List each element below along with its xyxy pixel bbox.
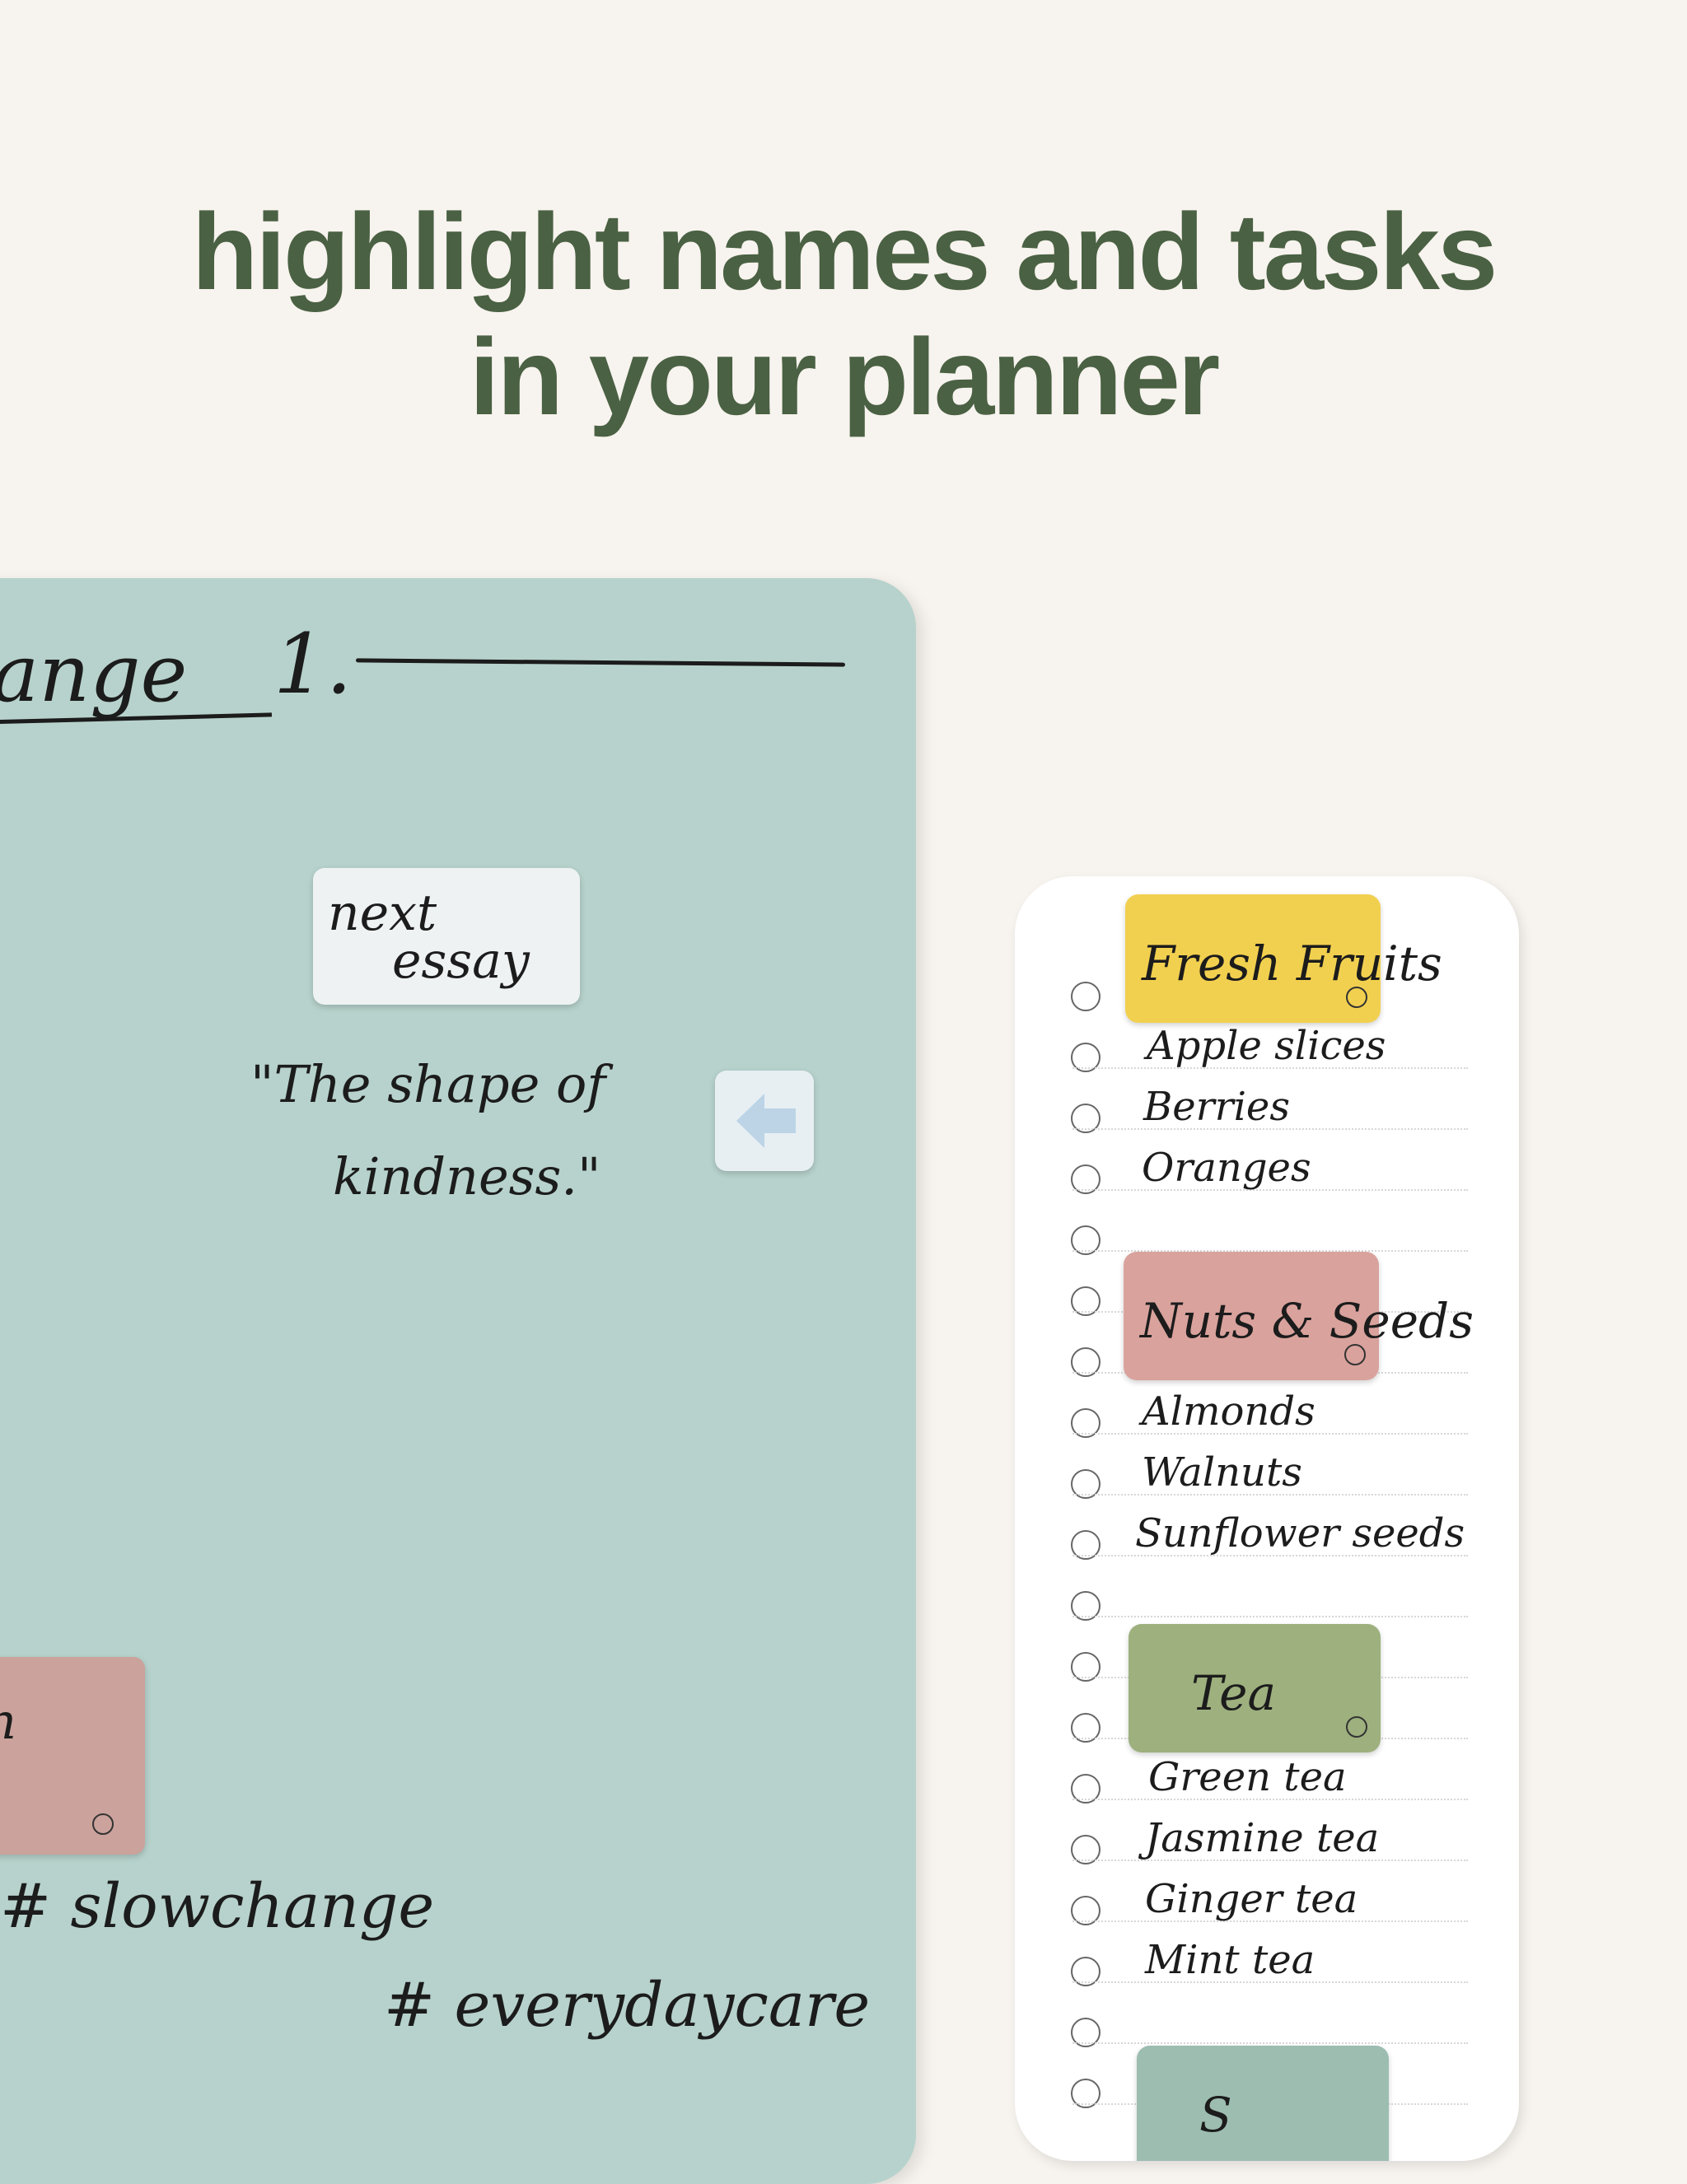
item-almonds: Almonds — [1142, 1388, 1315, 1435]
item-berries: Berries — [1143, 1084, 1290, 1130]
item-green-tea: Green tea — [1148, 1754, 1347, 1800]
brand-logo-icon — [92, 1813, 114, 1835]
brand-logo-icon — [1346, 1716, 1367, 1738]
item-ginger-tea: Ginger tea — [1145, 1876, 1358, 1922]
hashtag-everydaycare: # everydaycare — [384, 1970, 871, 2041]
category-label-text: Tea — [1191, 1665, 1277, 1721]
quote-line-2: kindness." — [333, 1146, 601, 1206]
planner-page: ange 1. next essay "The shape of kindnes… — [0, 578, 916, 2184]
category-label-tea[interactable]: Tea — [1129, 1624, 1381, 1752]
item-mint-tea: Mint tea — [1145, 1937, 1315, 1983]
pink-sticker[interactable]: ash ay — [0, 1657, 145, 1855]
item-sunflower-seeds: Sunflower seeds — [1135, 1510, 1465, 1556]
row-line — [1072, 1981, 1468, 2044]
category-label-nuts-seeds[interactable]: Nuts & Seeds — [1124, 1252, 1474, 1380]
planner-number: 1. — [273, 616, 353, 712]
row-line — [1072, 1555, 1468, 1617]
item-apple-slices: Apple slices — [1147, 1023, 1386, 1069]
left-arrow-icon — [736, 1094, 796, 1148]
essay-sticker[interactable]: next essay — [313, 868, 580, 1005]
category-label-partial[interactable]: S — [1137, 2046, 1389, 2161]
item-walnuts: Walnuts — [1142, 1449, 1302, 1496]
arrow-sticker[interactable] — [715, 1071, 814, 1171]
headline-line-1: highlight names and tasks — [191, 191, 1498, 312]
quote-line-1: "The shape of — [250, 1054, 606, 1114]
essay-sticker-line-2: essay — [392, 932, 530, 990]
category-label-text: S — [1199, 2087, 1232, 2143]
headline: highlight names and tasks in your planne… — [0, 189, 1687, 440]
checklist-strip: Fresh Fruits Nuts & Seeds Tea S Apple sl… — [1015, 876, 1519, 2161]
category-label-text: Fresh Fruits — [1142, 936, 1442, 992]
hashtag-slowchange: # slowchange — [0, 1871, 435, 1942]
pink-sticker-line-1: ash — [0, 1693, 17, 1751]
item-jasmine-tea: Jasmine tea — [1145, 1815, 1380, 1861]
brand-logo-icon — [1344, 1344, 1366, 1365]
title-write-line — [355, 658, 846, 667]
brand-logo-icon — [1346, 987, 1367, 1008]
row-line — [1072, 1189, 1468, 1252]
planner-title-fragment: ange — [0, 628, 188, 720]
category-label-text: Nuts & Seeds — [1140, 1293, 1474, 1349]
headline-line-2: in your planner — [469, 316, 1220, 437]
item-oranges: Oranges — [1142, 1145, 1311, 1191]
category-label-fresh-fruits[interactable]: Fresh Fruits — [1125, 894, 1442, 1023]
